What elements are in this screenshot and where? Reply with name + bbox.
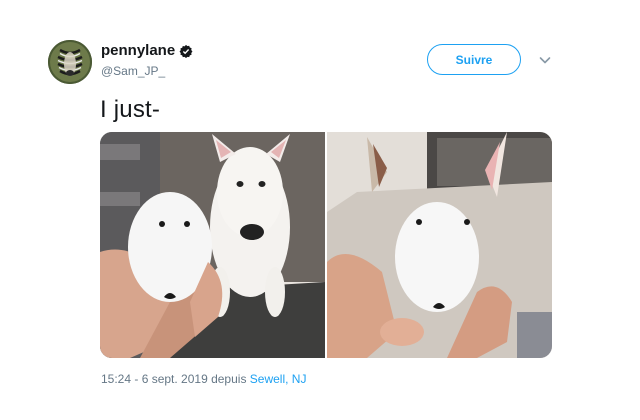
display-name-text: pennylane [101,42,176,59]
avatar[interactable] [48,40,92,84]
follow-button[interactable]: Suivre [427,44,521,75]
egg-with-dog-face-photo-2[interactable] [327,132,552,358]
tweet-text: I just- [100,96,161,123]
egg-with-dog-face-photo-1[interactable] [100,132,325,358]
verified-badge-icon [179,44,193,58]
tweet-card: pennylane @Sam_JP_ Suivre I just- 15:24 … [0,0,640,420]
user-handle[interactable]: @Sam_JP_ [101,64,165,78]
tweet-timestamp: 15:24 - 6 sept. 2019 depuis Sewell, NJ [101,372,306,386]
tweet-media [100,132,552,358]
chevron-down-icon[interactable] [537,52,553,68]
zebra-avatar-icon [48,40,92,84]
timestamp-text: 15:24 - 6 sept. 2019 depuis [101,372,250,386]
display-name[interactable]: pennylane [101,42,193,59]
location-link[interactable]: Sewell, NJ [250,372,307,386]
